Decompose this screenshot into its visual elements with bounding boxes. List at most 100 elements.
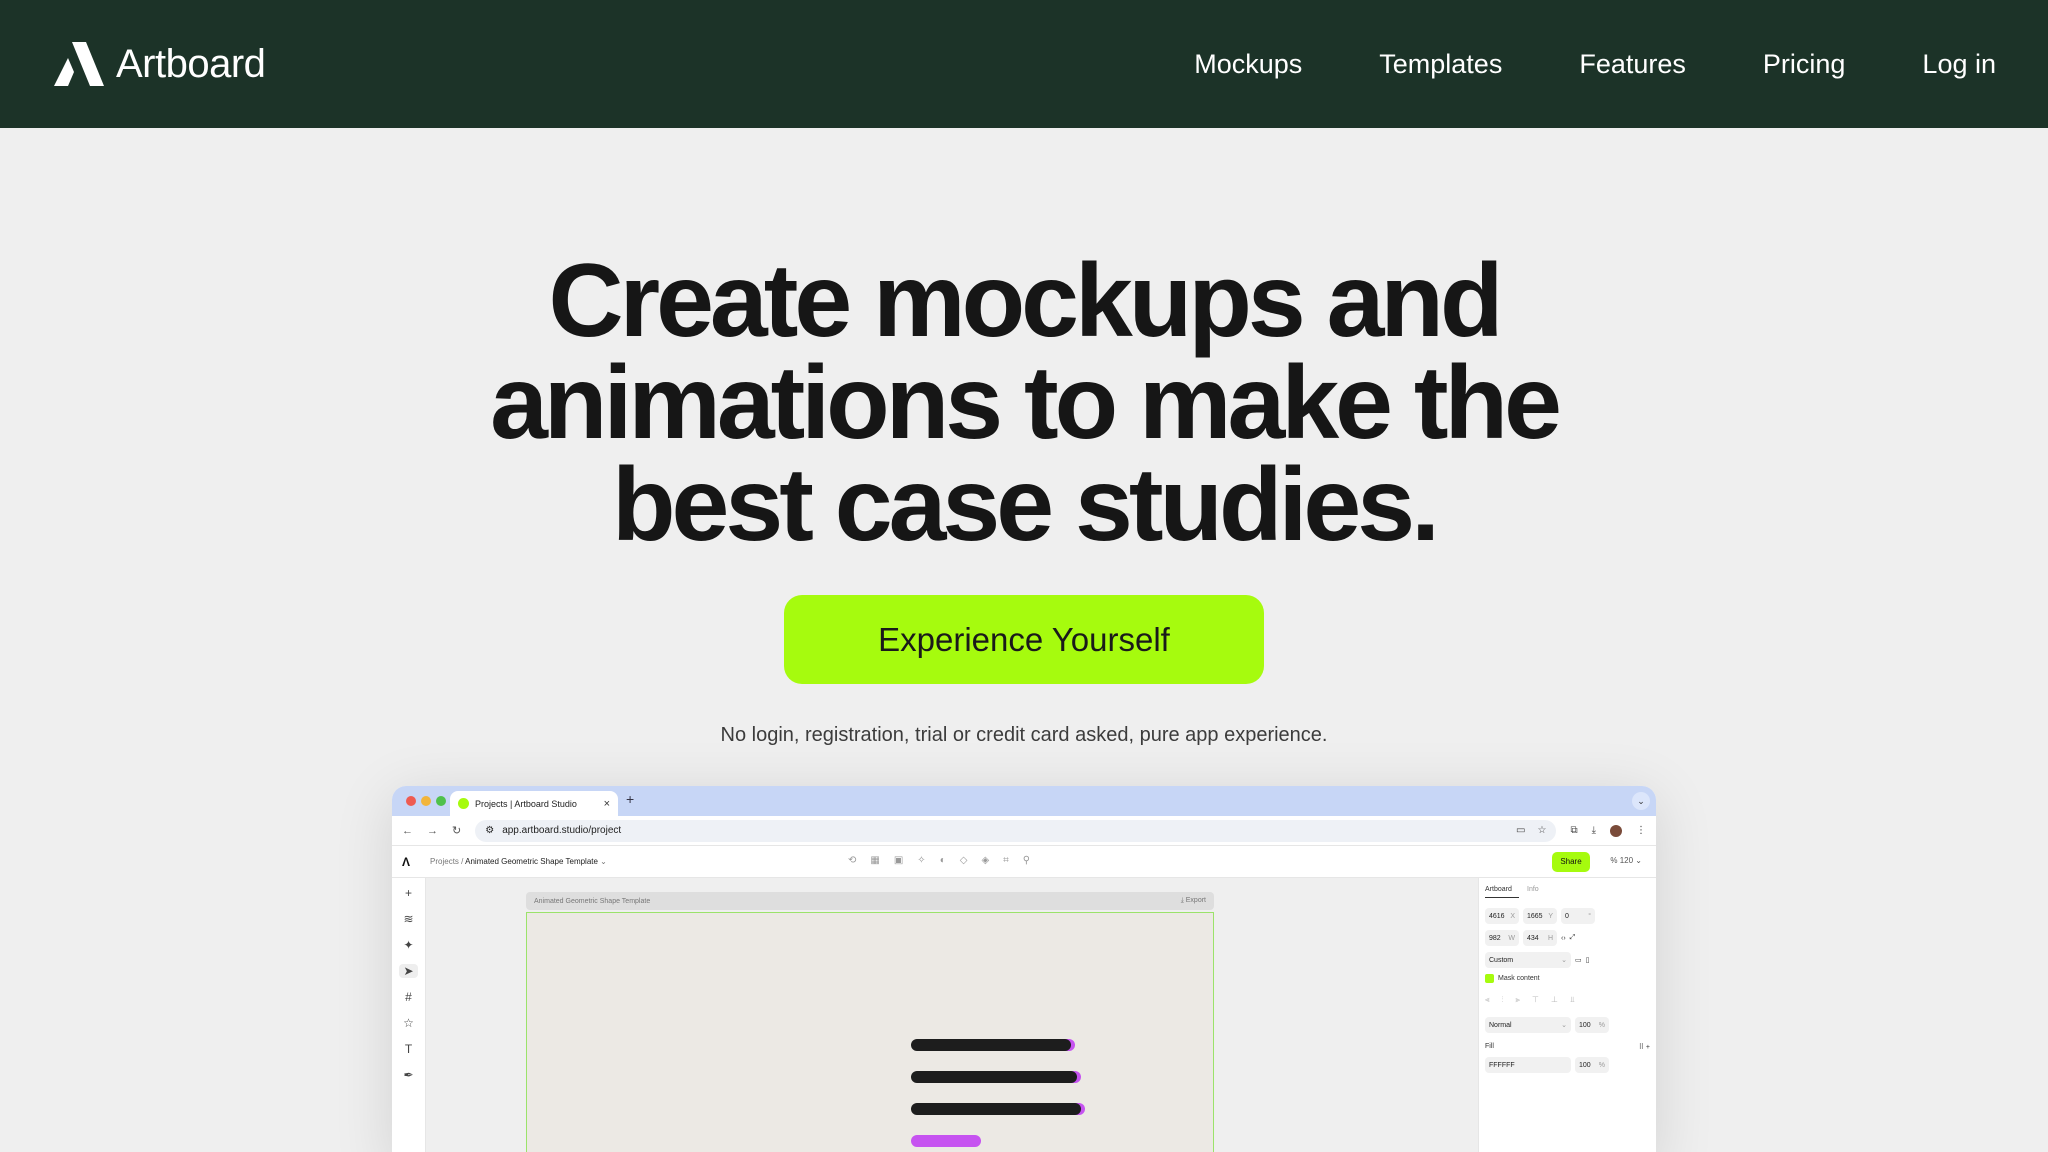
nav-link-templates[interactable]: Templates [1379, 49, 1502, 80]
align-left-icon[interactable]: ⫷ [1485, 995, 1490, 1005]
forward-arrow-icon[interactable]: → [427, 825, 438, 837]
download-icon[interactable]: ⤓ [1592, 825, 1596, 836]
nav-link-features[interactable]: Features [1579, 49, 1686, 80]
rotation-field[interactable]: 0 ° [1561, 908, 1595, 924]
x-field[interactable]: 4616 X [1485, 908, 1519, 924]
app-logo-icon[interactable]: Λ [402, 855, 410, 869]
ai-sparkle-icon[interactable]: ✦ [403, 938, 413, 952]
fill-opacity-field[interactable]: 100% [1575, 1057, 1609, 1073]
url-text: app.artboard.studio/project [502, 825, 622, 836]
align-top-icon[interactable]: ⊤ [1532, 995, 1539, 1005]
breadcrumb[interactable]: Projects / Animated Geometric Shape Temp… [430, 857, 607, 866]
resize-icon[interactable]: ⤢ [1570, 934, 1576, 942]
layers-icon[interactable]: ≋ [403, 912, 413, 926]
profile-avatar[interactable] [1610, 824, 1622, 837]
frame-tool-icon[interactable]: # [405, 990, 412, 1004]
preset-select[interactable]: Custom ⌄ [1485, 952, 1571, 968]
fill-options-icon[interactable]: ⠿ + [1639, 1043, 1650, 1051]
site-settings-icon[interactable]: ⚙ [485, 825, 494, 836]
artboard-logo-icon [54, 42, 104, 86]
width-field[interactable]: 982 W [1485, 930, 1519, 946]
link-dimensions-icon[interactable]: ‹› [1561, 935, 1566, 942]
cast-icon[interactable]: ▭ [1516, 825, 1525, 836]
hero-title-line-2: animations to make the [490, 345, 1562, 461]
browser-menu-icon[interactable]: ⋮ [1636, 825, 1646, 836]
canvas-tools: ⟲ ▦ ▣ ✧ ◐ ◇ ◈ ⌗ ⚲ [848, 855, 1030, 866]
workspace: + ≋ ✦ ➤ # ☆ T ✒ Animated Geometric Shape… [392, 878, 1656, 1152]
app-preview: Projects | Artboard Studio × + ⌄ ← → ↻ ⚙… [392, 786, 1656, 1152]
nav-link-pricing[interactable]: Pricing [1763, 49, 1846, 80]
landscape-icon[interactable]: ▭ [1575, 956, 1582, 964]
mask-content-option[interactable]: Mask content [1485, 974, 1650, 983]
frame-title-bar[interactable]: Animated Geometric Shape Template ⤓ Expo… [526, 892, 1214, 910]
properties-panel: Artboard Info 4616 X 1665 Y 0 ° 982 W 434 H ‹… [1478, 878, 1656, 1152]
fill-header: Fill ⠿ + [1485, 1043, 1650, 1051]
portrait-icon[interactable]: ▯ [1586, 956, 1590, 964]
fill-row: FFFFFF 100% [1485, 1057, 1650, 1073]
brand-name: Artboard [116, 41, 266, 86]
shapes-icon[interactable]: ◇ [960, 855, 968, 866]
panel-tabs: Artboard Info [1485, 886, 1650, 898]
extensions-icon[interactable]: ⧉ [1570, 825, 1577, 836]
url-field[interactable]: ⚙ app.artboard.studio/project ▭ ☆ [475, 819, 1557, 842]
shape-stripe [911, 1135, 981, 1147]
zoom-level[interactable]: % 120 ⌄ [1610, 856, 1642, 865]
opacity-field[interactable]: 100% [1575, 1017, 1609, 1033]
media-icon[interactable]: ▣ [894, 855, 903, 866]
hero-title-line-3: best case studies. [612, 447, 1440, 563]
align-center-icon[interactable]: ⫶ [1502, 995, 1504, 1005]
tab-artboard[interactable]: Artboard [1485, 886, 1519, 898]
fill-color-field[interactable]: FFFFFF [1485, 1057, 1571, 1073]
align-right-icon[interactable]: ⫸ [1516, 995, 1521, 1005]
nav-link-mockups[interactable]: Mockups [1194, 49, 1302, 80]
pen-tool-icon[interactable]: ✒ [403, 1068, 413, 1082]
export-button[interactable]: ⤓ Export [1181, 897, 1206, 905]
canvas[interactable]: Animated Geometric Shape Template ⤓ Expo… [426, 878, 1478, 1152]
share-button[interactable]: Share [1552, 852, 1590, 872]
mask-content-label: Mask content [1498, 975, 1540, 982]
tab-menu-chevron-icon[interactable]: ⌄ [1632, 792, 1650, 810]
y-field[interactable]: 1665 Y [1523, 908, 1557, 924]
magic-wand-icon[interactable]: ✧ [917, 855, 925, 866]
reload-icon[interactable]: ↻ [452, 824, 461, 837]
favicon-icon [458, 798, 469, 809]
nav-link-login[interactable]: Log in [1922, 49, 1996, 80]
height-field[interactable]: 434 H [1523, 930, 1557, 946]
crop-icon[interactable]: ⌗ [1003, 855, 1009, 866]
nav-links: Mockups Templates Features Pricing Log i… [1117, 49, 1996, 80]
fill-label: Fill [1485, 1043, 1494, 1050]
select-cursor-icon[interactable]: ➤ [399, 964, 418, 978]
mask-checkbox[interactable] [1485, 974, 1494, 983]
experience-yourself-button[interactable]: Experience Yourself [784, 595, 1264, 684]
grid-icon[interactable]: ▦ [870, 855, 879, 866]
align-bottom-icon[interactable]: ⫫ [1570, 995, 1575, 1005]
preset-row: Custom ⌄ ▭ ▯ [1485, 952, 1650, 968]
blend-row: Normal ⌄ 100% [1485, 1017, 1650, 1033]
artboard-frame[interactable] [526, 912, 1214, 1152]
browser-tab[interactable]: Projects | Artboard Studio × [450, 791, 618, 816]
add-icon[interactable]: + [405, 886, 412, 900]
browser-actions: ⧉ ⤓ ⋮ [1570, 824, 1646, 837]
mask-icon[interactable]: ◐ [940, 855, 946, 866]
zoom-search-icon[interactable]: ⚲ [1023, 855, 1030, 866]
breadcrumb-root[interactable]: Projects / [430, 857, 463, 866]
align-tools: ⫷ ⫶ ⫸ ⊤ ⊥ ⫫ [1485, 995, 1650, 1005]
breadcrumb-current[interactable]: Animated Geometric Shape Template [465, 857, 598, 866]
close-tab-icon[interactable]: × [604, 798, 610, 810]
text-tool-icon[interactable]: T [405, 1042, 412, 1056]
shape-stripe [911, 1039, 1071, 1051]
bookmark-star-icon[interactable]: ☆ [1537, 825, 1546, 836]
shape-combine-icon[interactable]: ◈ [981, 855, 989, 866]
close-dot-icon [406, 796, 416, 806]
back-arrow-icon[interactable]: ← [402, 825, 413, 837]
align-middle-icon[interactable]: ⊥ [1551, 995, 1558, 1005]
brand-logo[interactable]: Artboard [54, 41, 266, 87]
star-shape-icon[interactable]: ☆ [403, 1016, 414, 1030]
tab-info[interactable]: Info [1527, 886, 1539, 898]
app-toolbar: Λ Projects / Animated Geometric Shape Te… [392, 846, 1656, 878]
minimize-dot-icon [421, 796, 431, 806]
browser-tab-title: Projects | Artboard Studio [475, 798, 577, 809]
new-tab-icon[interactable]: + [626, 791, 634, 807]
animate-icon[interactable]: ⟲ [848, 855, 856, 866]
blend-mode-select[interactable]: Normal ⌄ [1485, 1017, 1571, 1033]
